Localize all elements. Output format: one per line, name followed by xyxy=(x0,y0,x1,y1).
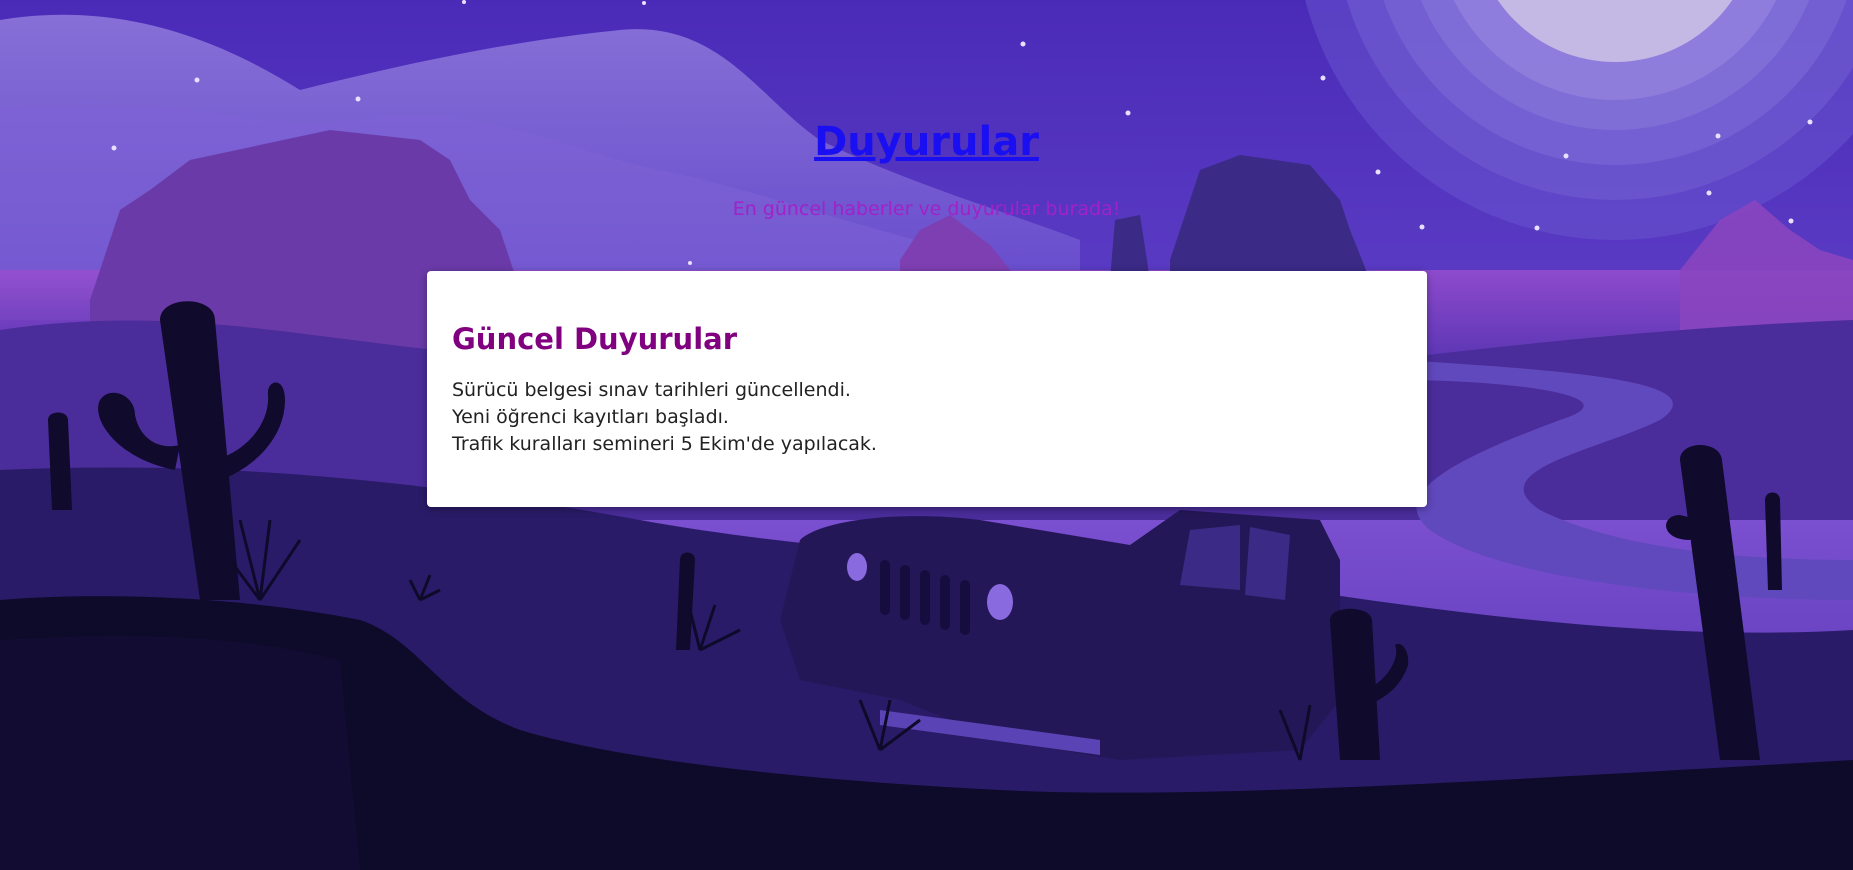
page-title: Duyurular xyxy=(0,112,1853,172)
announcements-list: Sürücü belgesi sınav tarihleri güncellen… xyxy=(452,377,1402,458)
page-subtitle: En güncel haberler ve duyurular burada! xyxy=(732,198,1121,220)
list-item: Trafik kuralları semineri 5 Ekim'de yapı… xyxy=(452,433,877,455)
announcements-card: Güncel Duyurular Sürücü belgesi sınav ta… xyxy=(427,271,1427,507)
announcements-heading: Güncel Duyurular xyxy=(452,322,738,356)
list-item: Yeni öğrenci kayıtları başladı. xyxy=(452,406,729,428)
page-title-link[interactable]: Duyurular xyxy=(814,119,1039,165)
list-item: Sürücü belgesi sınav tarihleri güncellen… xyxy=(452,379,851,401)
